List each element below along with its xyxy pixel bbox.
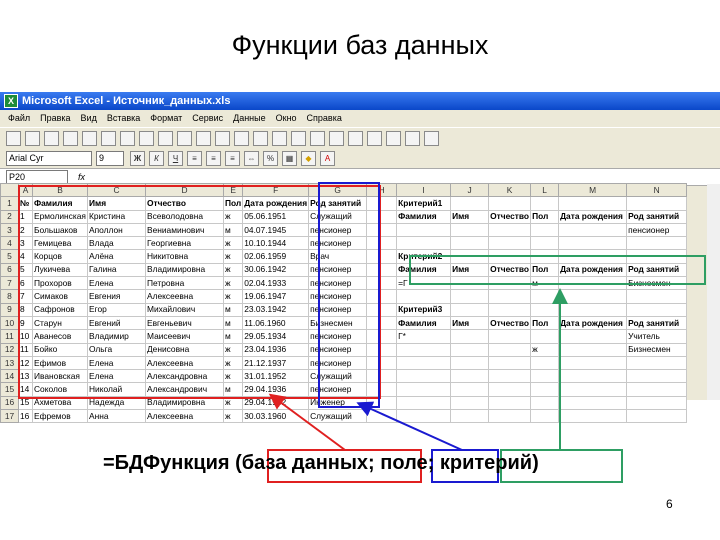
blue-arrow: [356, 401, 463, 451]
formula-text: =БДФункция (база данных; поле; критерий): [103, 452, 539, 474]
red-arrow: [268, 393, 346, 451]
page-number: 6: [666, 497, 673, 511]
